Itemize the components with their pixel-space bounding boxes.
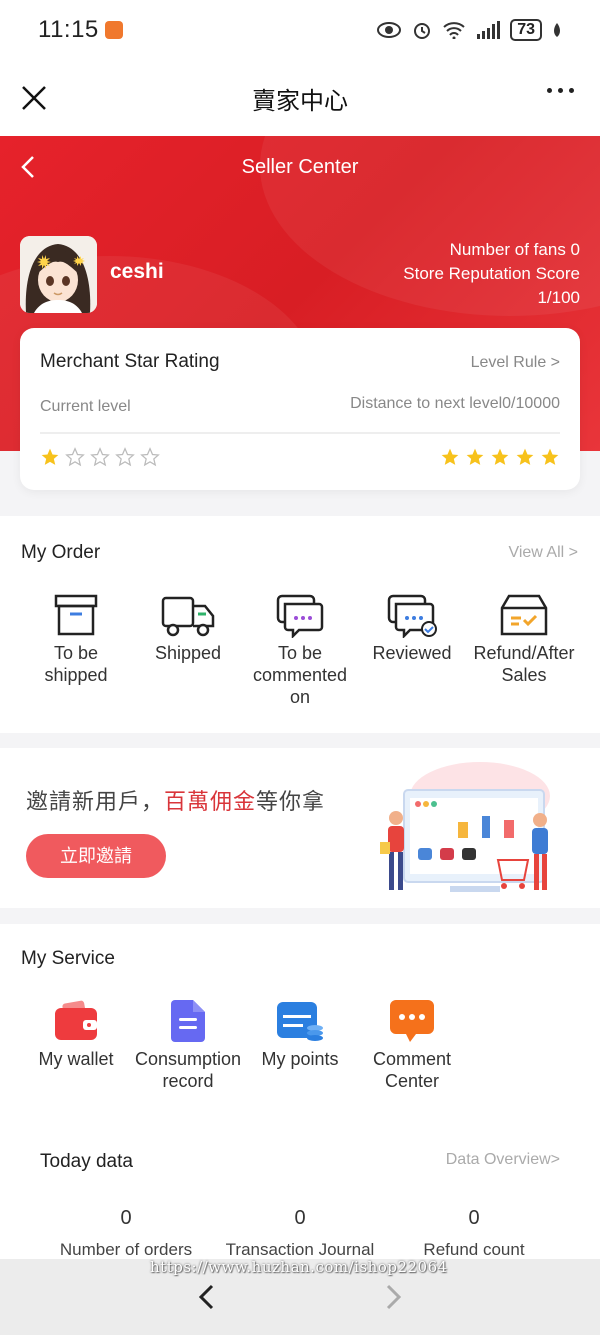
seller-center-title: Seller Center	[241, 156, 359, 178]
invite-banner-text: 邀請新用戶，百萬佣金等你拿	[26, 784, 325, 816]
my-order-title: My Order	[21, 542, 101, 563]
service-my-points[interactable]: My points	[244, 998, 356, 1092]
order-reviewed[interactable]: Reviewed	[356, 592, 468, 708]
invite-banner[interactable]: 邀請新用戶，百萬佣金等你拿 立即邀請	[0, 748, 600, 908]
username: ceshi	[110, 260, 164, 283]
page-title: 賣家中心	[252, 87, 348, 115]
service-item-label: My wallet	[38, 1049, 114, 1069]
status-time: 11:15	[38, 16, 99, 43]
battery-level: 73	[510, 19, 542, 41]
current-level-label: Current level	[40, 398, 131, 415]
signal-icon	[477, 21, 501, 39]
fans-count: Number of fans 0	[449, 240, 580, 259]
order-status-grid: To be shipped Shipped To be commented on…	[20, 592, 600, 708]
refund-box-icon	[500, 594, 548, 636]
shopping-illustration	[380, 762, 550, 892]
invite-text-highlight: 百萬佣金	[164, 789, 257, 814]
leaf-icon	[554, 23, 560, 37]
stat-label: Refund count	[423, 1240, 525, 1259]
invite-text-pre: 邀請新用戶，	[26, 789, 165, 814]
invite-now-button[interactable]: 立即邀請	[26, 834, 166, 878]
service-comment-center[interactable]: Comment Center	[356, 998, 468, 1092]
stat-label: Number of orders	[59, 1240, 193, 1259]
rating-title: Merchant Star Rating	[40, 351, 220, 372]
nav-back-icon[interactable]	[196, 1283, 216, 1311]
level-rule-link[interactable]: Level Rule >	[471, 354, 560, 372]
stat-value: 0	[294, 1207, 306, 1229]
truck-icon	[161, 596, 215, 637]
wifi-icon	[443, 22, 465, 39]
chat-icon	[276, 594, 324, 638]
reviewed-chat-icon	[387, 594, 437, 638]
order-shipped[interactable]: Shipped	[132, 592, 244, 708]
record-icon	[171, 1000, 205, 1042]
order-item-label: Reviewed	[372, 643, 452, 663]
wallet-icon	[55, 1000, 97, 1040]
my-service-section: My Service My wallet Consumption record …	[0, 924, 600, 1135]
distance-to-next-level: Distance to next level0/10000	[350, 395, 560, 412]
comment-icon	[390, 1000, 434, 1042]
service-my-wallet[interactable]: My wallet	[20, 998, 132, 1092]
stat-label: Transaction Journal	[225, 1240, 375, 1259]
points-icon	[277, 1002, 323, 1041]
fans-and-reputation: Number of fans 0 Store Reputation Score …	[403, 238, 580, 310]
avatar[interactable]	[20, 236, 97, 313]
more-menu-icon[interactable]	[547, 88, 574, 93]
stat-transaction-journal[interactable]: 0 Transaction Journal	[213, 1207, 387, 1260]
stat-refund-count[interactable]: 0 Refund count	[387, 1207, 561, 1260]
order-refund-after-sales[interactable]: Refund/After Sales	[468, 592, 580, 708]
my-service-title: My Service	[21, 948, 115, 969]
nav-forward-icon[interactable]	[384, 1283, 404, 1311]
today-data-title: Today data	[40, 1151, 133, 1172]
data-overview-link[interactable]: Data Overview>	[446, 1151, 560, 1169]
order-item-label: Refund/After Sales	[473, 643, 575, 685]
service-item-label: Consumption record	[134, 1049, 242, 1091]
order-item-label: To be shipped	[44, 643, 108, 685]
stat-value: 0	[468, 1207, 480, 1229]
order-item-label: Shipped	[154, 643, 222, 663]
service-consumption-record[interactable]: Consumption record	[132, 998, 244, 1092]
order-item-label: To be commented on	[252, 643, 348, 707]
today-data-section: Today data Data Overview> 0 Number of or…	[0, 1135, 600, 1259]
service-item-label: My points	[261, 1049, 339, 1069]
alarm-icon	[414, 23, 431, 39]
eye-icon	[377, 22, 402, 38]
service-item-label: Comment Center	[372, 1049, 452, 1091]
my-order-section: My Order View All > To be shipped Shippe…	[0, 516, 600, 733]
close-icon[interactable]	[20, 84, 48, 112]
watermark: https://www.huzhan.com/ishop22064	[150, 1258, 448, 1276]
service-grid: My wallet Consumption record My points C…	[20, 998, 600, 1092]
reputation-label: Store Reputation Score	[403, 264, 580, 283]
notification-app-icon	[104, 21, 123, 39]
order-to-be-shipped[interactable]: To be shipped	[20, 592, 132, 708]
stat-orders[interactable]: 0 Number of orders	[39, 1207, 213, 1260]
order-to-be-commented[interactable]: To be commented on	[244, 592, 356, 708]
view-all-orders-link[interactable]: View All >	[508, 544, 578, 562]
progress-divider	[40, 432, 560, 434]
title-bar: 賣家中心	[0, 60, 600, 136]
box-icon	[54, 594, 98, 636]
invite-text-post: 等你拿	[256, 789, 326, 814]
today-stats: 0 Number of orders 0 Transaction Journal…	[0, 1207, 600, 1260]
stat-value: 0	[120, 1207, 132, 1229]
reputation-score: 1/100	[537, 288, 580, 307]
status-bar: 11:15 73	[0, 0, 600, 60]
